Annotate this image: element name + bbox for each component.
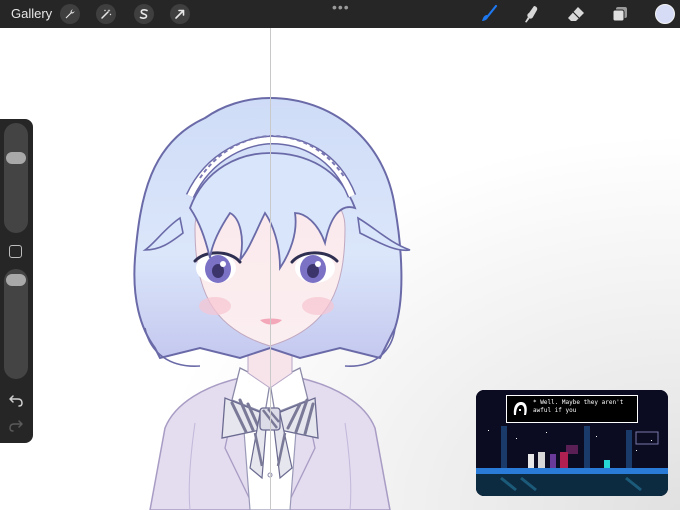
smudge-tool-button[interactable] [522,4,542,24]
character-portrait-icon [510,399,530,419]
modify-square-icon[interactable] [9,245,22,258]
selection-button[interactable] [134,4,154,24]
wrench-icon [65,9,75,19]
brush-size-thumb[interactable] [6,152,26,165]
adjustments-button[interactable] [96,4,116,24]
game-dialog-box: * Well. Maybe they aren't awful if you [506,395,638,423]
magic-wand-icon [101,9,112,19]
symmetry-guide-line [270,28,271,510]
selection-icon [139,9,148,19]
left-blush [199,297,231,315]
gallery-button[interactable]: Gallery [11,6,52,21]
transform-arrow-icon [175,9,185,19]
top-toolbar: Gallery ••• [0,0,680,28]
undo-icon [9,395,23,407]
brush-icon [482,4,498,21]
smudge-icon [525,6,538,23]
brush-size-slider[interactable] [4,123,28,233]
opacity-thumb[interactable] [6,273,26,286]
right-blush [302,297,334,315]
transform-button[interactable] [170,4,190,24]
undo-button[interactable] [8,394,24,408]
layers-button[interactable] [610,4,630,24]
eraser-tool-button[interactable] [566,4,586,24]
brush-tool-button[interactable] [479,4,499,24]
color-picker-button[interactable] [655,4,675,24]
left-sidebar [0,119,33,443]
redo-button[interactable] [8,419,24,433]
actions-button[interactable] [60,4,80,24]
game-dialog-text: * Well. Maybe they aren't awful if you [533,399,624,414]
layers-icon [612,7,627,22]
picture-in-picture-video[interactable]: * Well. Maybe they aren't awful if you [476,390,668,496]
redo-icon [9,420,23,432]
eraser-icon [568,7,584,21]
more-options-handle[interactable]: ••• [332,0,350,14]
